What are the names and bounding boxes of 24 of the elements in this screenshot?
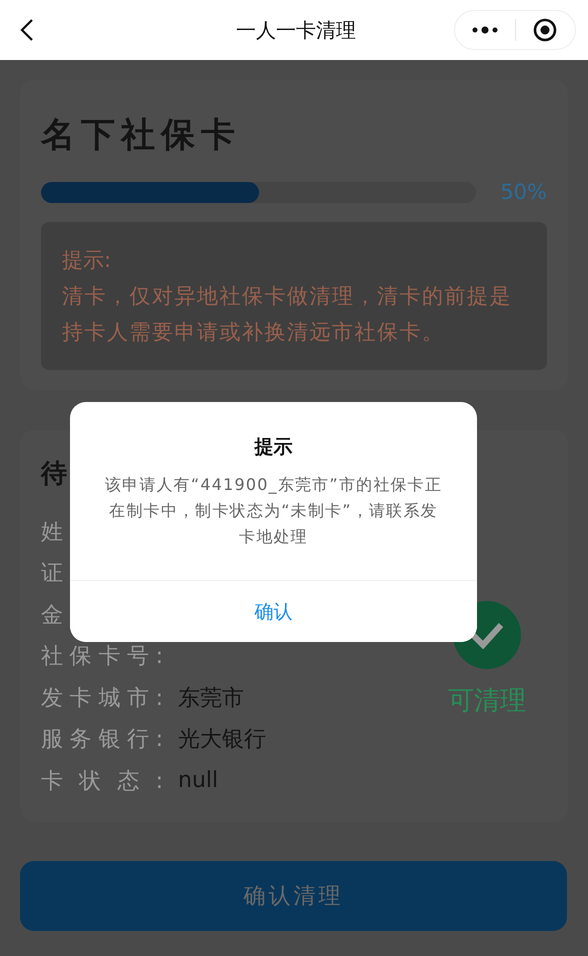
- field-label: 金: [41, 602, 64, 630]
- field-label: 发卡城市:: [41, 684, 163, 713]
- field-label: 卡状态:: [41, 768, 163, 796]
- dialog-message: 该申请人有“441900_东莞市”市的社保卡正在制卡中，制卡状态为“未制卡”，请联系发卡地处理: [104, 474, 444, 548]
- progress-reading: 50%: [500, 180, 547, 204]
- confirm-clean-button[interactable]: 确认清理: [20, 861, 567, 931]
- page-title: 一人一卡清理: [236, 18, 356, 42]
- hint-heading: 提示:: [62, 247, 112, 274]
- field-value: null: [178, 768, 218, 794]
- section-title: 待: [41, 459, 67, 489]
- more-icon: [472, 26, 498, 34]
- back-icon: [20, 18, 34, 42]
- field-value: 东莞市: [178, 684, 244, 713]
- hint-text: 清卡，仅对异地社保卡做清理，清卡的前提是持卡人需要申请或补换清远市社保卡。: [62, 283, 513, 346]
- field-label: 姓: [41, 518, 64, 547]
- status-text: 可清理: [448, 685, 526, 718]
- field-label: 社保卡号:: [41, 643, 163, 672]
- dialog-title: 提示: [253, 435, 294, 460]
- field-value: 光大银行: [178, 726, 266, 754]
- target-icon: [533, 18, 558, 42]
- dialog-confirm-button[interactable]: 确认: [70, 580, 477, 642]
- section-title: 名下社保卡: [41, 114, 242, 157]
- field-label: 服务银行:: [41, 726, 163, 754]
- field-label: 证: [41, 560, 64, 588]
